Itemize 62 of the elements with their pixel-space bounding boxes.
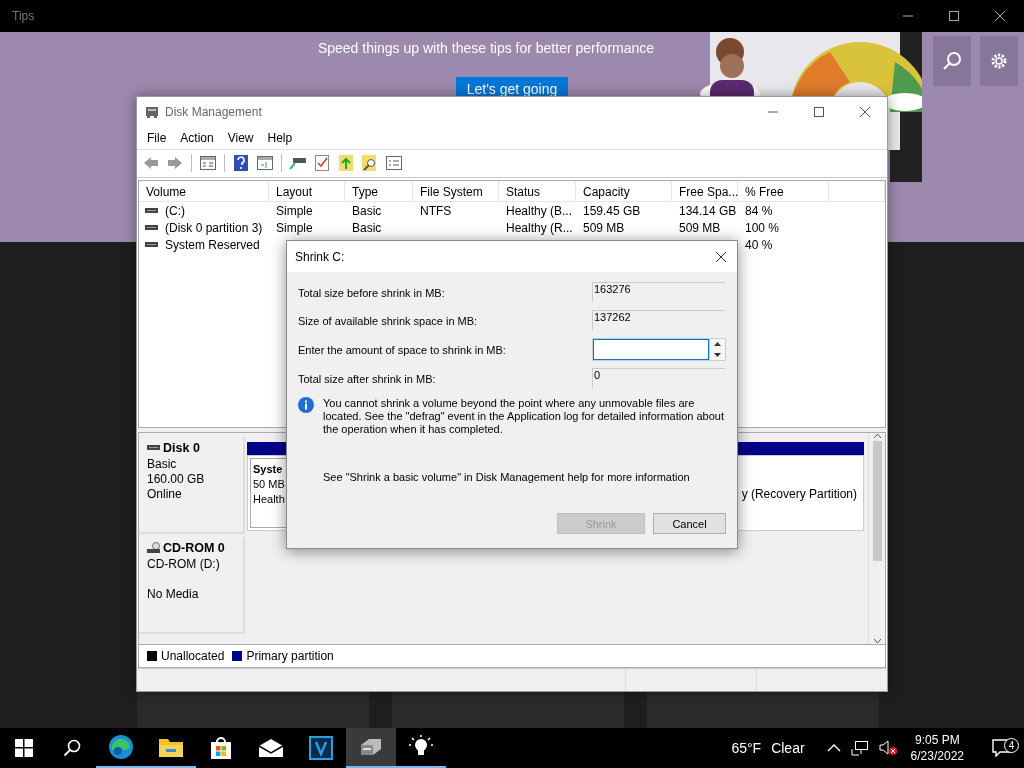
menu-item[interactable]: Help — [260, 128, 300, 147]
table-cell: Simple — [276, 220, 313, 235]
disk-info: 160.00 GB — [147, 472, 206, 488]
disk-info: Basic — [147, 457, 178, 473]
disk-name: CD-ROM 0 — [163, 541, 225, 556]
legend-label: Unallocated — [161, 649, 225, 664]
column-header[interactable]: File System — [413, 180, 499, 201]
column-header[interactable]: Status — [499, 180, 576, 201]
disk-info: No Media — [147, 587, 200, 603]
dialog-button[interactable]: Cancel — [653, 513, 726, 534]
table-cell: 509 MB — [679, 220, 721, 235]
banner-text: Speed things up with these tips for better performance — [317, 40, 655, 56]
column-header[interactable]: Type — [345, 180, 413, 201]
weather-temperature[interactable]: 65°F — [731, 740, 762, 756]
disk-info: CD-ROM (D:) — [147, 557, 221, 573]
readonly-field: 0 — [592, 368, 726, 389]
help-text: See "Shrink a basic volume" in Disk Management help for more information — [323, 471, 691, 483]
readonly-field: 137262 — [592, 310, 726, 331]
partition-text: y (Recovery Partition) — [741, 487, 857, 503]
notifications-button[interactable]: 4 — [980, 728, 1024, 768]
partition-text: Health — [253, 492, 286, 508]
disk-info: Online — [147, 487, 183, 503]
field-label: Enter the amount of space to shrink in MB: — [298, 343, 507, 356]
window-title: Tips — [12, 9, 36, 23]
table-cell: 40 % — [745, 237, 773, 252]
dialog-title: Shrink C: — [295, 249, 345, 264]
column-header[interactable]: Free Spa... — [672, 180, 738, 201]
field-label: Size of available shrink space in MB: — [298, 314, 479, 327]
info-text: You cannot shrink a volume beyond the point where any unmovable files are located. See the "defrag" event in the Application log for detailed information about the operation when it has completed. — [323, 397, 726, 436]
menu-item[interactable]: File — [140, 128, 174, 147]
menu-item[interactable]: Action — [173, 128, 221, 147]
table-cell: System Reserved — [165, 237, 260, 252]
table-cell: Basic — [352, 203, 382, 218]
table-cell: (Disk 0 partition 3) — [165, 220, 263, 235]
disk-name: Disk 0 — [163, 441, 200, 456]
column-header[interactable]: Capacity — [576, 180, 672, 201]
partition-text: Syste — [253, 462, 284, 478]
window-title: Disk Management — [165, 104, 263, 119]
weather-condition[interactable]: Clear — [771, 740, 805, 756]
table-cell: Healthy (R... — [506, 220, 573, 235]
table-cell: (C:) — [165, 203, 185, 218]
table-cell: 159.45 GB — [583, 203, 641, 218]
column-header[interactable]: % Free — [738, 180, 829, 201]
get-started-button[interactable]: Let's get going — [456, 77, 568, 96]
table-cell: 509 MB — [583, 220, 625, 235]
column-header[interactable]: Layout — [269, 180, 345, 201]
table-cell: 84 % — [745, 203, 773, 218]
field-label: Total size before shrink in MB: — [298, 286, 446, 299]
table-cell: NTFS — [420, 203, 452, 218]
partition-block[interactable]: Syste 50 MB Health — [250, 458, 287, 529]
table-cell: 100 % — [745, 220, 780, 235]
legend-label: Primary partition — [246, 649, 334, 664]
menu-item[interactable]: View — [220, 128, 261, 147]
column-header[interactable]: Volume — [139, 180, 269, 201]
clock[interactable]: 9:05 PM 6/23/2022 — [910, 732, 964, 764]
readonly-field: 163276 — [592, 282, 726, 303]
table-cell: Simple — [276, 203, 313, 218]
table-cell: Basic — [352, 220, 382, 235]
partition-text: 50 MB — [253, 477, 286, 493]
table-cell: 134.14 GB — [679, 203, 737, 218]
table-cell: Healthy (B... — [506, 203, 573, 218]
field-label: Total size after shrink in MB: — [298, 372, 437, 385]
